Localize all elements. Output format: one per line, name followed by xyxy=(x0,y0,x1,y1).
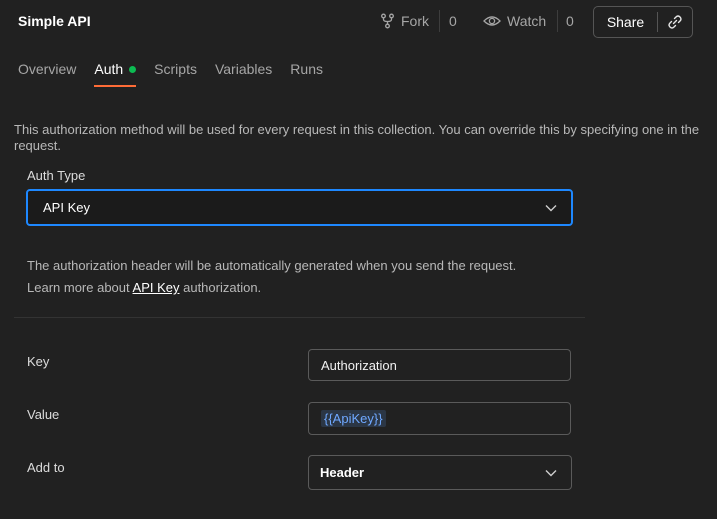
fork-label: Fork xyxy=(401,13,429,29)
collection-title: Simple API xyxy=(18,13,91,29)
info-suffix: authorization. xyxy=(179,280,262,295)
auth-type-select[interactable]: API Key xyxy=(26,189,573,226)
tab-auth[interactable]: Auth xyxy=(94,61,137,87)
tab-label: Runs xyxy=(290,61,323,77)
variable-token: {{ApiKey}} xyxy=(321,410,386,427)
add-to-value: Header xyxy=(320,465,365,480)
add-to-select[interactable]: Header xyxy=(308,455,572,490)
key-value: Authorization xyxy=(321,357,397,373)
copy-link-button[interactable] xyxy=(658,14,692,30)
divider xyxy=(14,317,585,318)
value-label: Value xyxy=(27,407,60,422)
tab-overview[interactable]: Overview xyxy=(18,61,76,85)
share-button[interactable]: Share xyxy=(593,6,693,38)
tab-scripts[interactable]: Scripts xyxy=(154,61,197,85)
link-icon xyxy=(668,15,682,29)
fork-count: 0 xyxy=(449,13,457,29)
tab-label: Scripts xyxy=(154,61,197,77)
status-dot xyxy=(129,65,137,73)
fork-icon xyxy=(381,13,394,29)
auth-info-line: The authorization header will be automat… xyxy=(27,258,517,273)
share-label: Share xyxy=(606,14,645,30)
tab-variables[interactable]: Variables xyxy=(215,61,272,85)
chevron-down-icon xyxy=(545,204,557,211)
watch-button[interactable]: Watch xyxy=(483,13,546,29)
watch-count: 0 xyxy=(566,13,574,29)
value-input[interactable]: {{ApiKey}} xyxy=(308,402,571,435)
eye-icon xyxy=(483,16,501,26)
add-to-label: Add to xyxy=(27,460,65,475)
collection-tabs: Overview Auth Scripts Variables Runs xyxy=(18,61,341,87)
tab-label: Variables xyxy=(214,61,273,77)
divider xyxy=(557,10,558,32)
key-label: Key xyxy=(27,354,50,369)
tab-label: Overview xyxy=(18,61,77,77)
divider xyxy=(439,10,440,32)
fork-button[interactable]: Fork xyxy=(380,13,429,29)
info-prefix: Learn more about xyxy=(27,280,133,295)
auth-type-value: API Key xyxy=(43,200,90,215)
auth-description: This authorization method will be used f… xyxy=(14,122,700,153)
key-input[interactable]: Authorization xyxy=(308,349,571,381)
tab-label: Auth xyxy=(94,61,124,77)
auth-type-label: Auth Type xyxy=(27,168,86,183)
auth-info: The authorization header will be automat… xyxy=(27,255,516,299)
auth-info-learn-more: Learn more about API Key authorization. xyxy=(27,277,516,299)
watch-label: Watch xyxy=(507,13,547,29)
tab-runs[interactable]: Runs xyxy=(290,61,323,85)
api-key-docs-link[interactable]: API Key xyxy=(133,280,180,295)
chevron-down-icon xyxy=(545,469,557,476)
